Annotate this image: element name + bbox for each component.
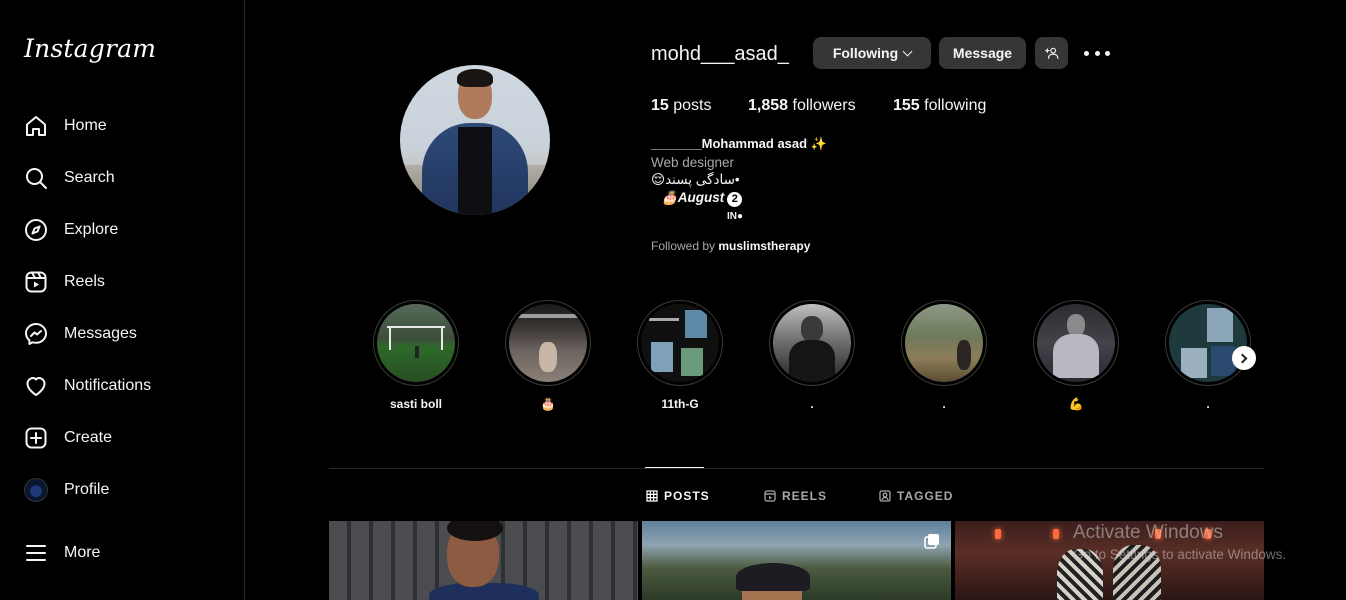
followed-by[interactable]: Followed by muslimstherapy [651, 239, 810, 253]
sidebar-item-more[interactable]: More [12, 529, 234, 577]
tab-tagged[interactable]: TAGGED [879, 488, 953, 504]
plus-square-icon [24, 426, 48, 450]
suggested-users-button[interactable] [1035, 37, 1068, 69]
sidebar-item-label: Profile [64, 481, 110, 498]
following-button[interactable]: Following [813, 37, 931, 69]
grid-icon [646, 490, 658, 502]
highlight-item[interactable]: 🎂 [505, 300, 591, 413]
bio-line-2: 🎂August 2 [661, 190, 743, 207]
heart-icon [24, 374, 48, 398]
post-thumbnail[interactable] [329, 521, 638, 600]
sidebar-item-profile[interactable]: Profile [12, 466, 234, 514]
post-thumbnail[interactable] [955, 521, 1264, 600]
number-badge: 2 [727, 192, 743, 207]
compass-icon [24, 218, 48, 242]
highlight-thumbnail [509, 304, 587, 382]
highlight-item[interactable]: 💪 [1033, 300, 1119, 413]
chevron-right-icon [1237, 353, 1248, 363]
avatar [24, 478, 48, 502]
bio-line-1: 😌سادگی پسند• [651, 172, 740, 187]
more-options-icon[interactable] [1084, 44, 1110, 62]
reels-icon [24, 270, 48, 294]
sidebar-item-search[interactable]: Search [12, 154, 234, 202]
instagram-logo[interactable]: Instagram [24, 34, 156, 63]
sidebar-item-reels[interactable]: Reels [12, 258, 234, 306]
sidebar-item-notifications[interactable]: Notifications [12, 362, 234, 410]
bio-full-name: _______Mohammad asad ✨ [651, 136, 827, 151]
highlight-caption: . [1206, 397, 1210, 411]
highlight-caption: 11th-G [661, 397, 699, 411]
highlight-thumbnail [377, 304, 455, 382]
following-link[interactable]: 155 following [893, 97, 986, 115]
carousel-icon [924, 534, 939, 549]
highlight-thumbnail [1037, 304, 1115, 382]
followers-link[interactable]: 1,858 followers [748, 97, 856, 115]
sidebar-item-home[interactable]: Home [12, 102, 234, 150]
highlight-caption: 💪 [1068, 397, 1084, 411]
highlight-item[interactable]: sasti boll [373, 300, 459, 413]
posts-count: 15 posts [651, 97, 712, 114]
sidebar-item-label: Explore [64, 221, 119, 238]
bio-line-3: IN● [727, 211, 744, 222]
highlight-caption: 🎂 [540, 397, 556, 411]
highlight-caption: . [810, 397, 814, 411]
highlight-thumbnail [1169, 304, 1247, 382]
highlight-caption: sasti boll [389, 397, 442, 411]
bio-category: Web designer [651, 155, 735, 170]
instagram-profile-page: Instagram Home Search Explore Reels Mess… [0, 0, 1346, 600]
tab-label: POSTS [664, 489, 710, 503]
sidebar-item-create[interactable]: Create [12, 414, 234, 462]
post-thumbnail[interactable] [642, 521, 951, 600]
sidebar-item-label: Search [64, 169, 115, 186]
following-button-label: Following [832, 45, 899, 61]
search-icon [24, 166, 48, 190]
reels-icon [764, 490, 776, 502]
hamburger-icon [24, 541, 48, 565]
tab-label: TAGGED [897, 489, 954, 503]
highlight-thumbnail [905, 304, 983, 382]
sidebar-item-label: Notifications [64, 377, 152, 394]
highlight-caption: . [942, 397, 946, 411]
highlight-item[interactable]: 11th-G [637, 300, 723, 413]
followed-by-user[interactable]: muslimstherapy [718, 239, 810, 253]
tabs-divider [329, 468, 1264, 469]
chevron-down-icon [902, 46, 913, 56]
highlights-next-button[interactable] [1232, 346, 1256, 370]
sidebar: Instagram Home Search Explore Reels Mess… [0, 0, 245, 600]
add-user-icon [1044, 47, 1058, 59]
sidebar-item-label: Home [64, 117, 107, 134]
sidebar-item-explore[interactable]: Explore [12, 206, 234, 254]
tab-reels[interactable]: REELS [764, 488, 827, 504]
sidebar-item-messages[interactable]: Messages [12, 310, 234, 358]
message-button[interactable]: Message [939, 37, 1026, 69]
profile-picture[interactable] [400, 65, 550, 215]
profile-username: mohd___asad_ [651, 43, 789, 65]
tab-label: REELS [782, 489, 828, 503]
tagged-user-icon [879, 490, 891, 502]
messenger-icon [24, 322, 48, 346]
highlight-thumbnail [773, 304, 851, 382]
sidebar-item-label: Create [64, 429, 113, 446]
highlight-item[interactable]: . [901, 300, 987, 413]
sidebar-item-label: Reels [64, 273, 105, 290]
sidebar-item-label: Messages [64, 325, 137, 342]
active-tab-indicator [645, 467, 704, 468]
tab-posts[interactable]: POSTS [646, 488, 710, 504]
highlight-item[interactable]: . [769, 300, 855, 413]
sidebar-item-label: More [64, 544, 101, 561]
home-icon [24, 114, 48, 138]
highlight-thumbnail [641, 304, 719, 382]
